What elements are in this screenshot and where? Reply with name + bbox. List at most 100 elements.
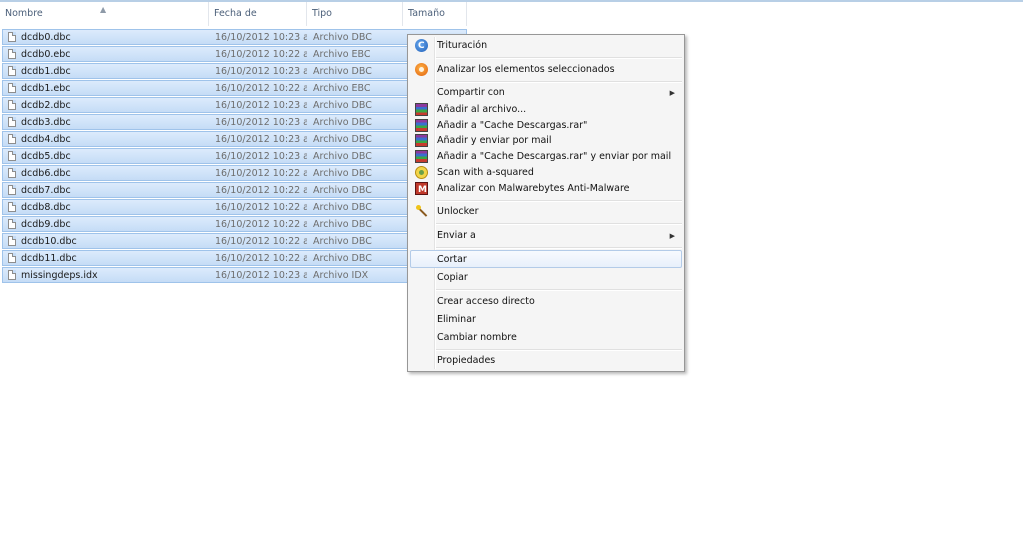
column-header-date[interactable]: Fecha de modifica... (209, 2, 307, 43)
file-row[interactable]: dcdb11.dbc 16/10/2012 10:22 a... Archivo D… (2, 250, 467, 266)
winrar-icon (415, 119, 428, 132)
file-name: dcdb9.dbc (21, 219, 71, 230)
file-type: Archivo DBC (313, 117, 372, 128)
file-row[interactable]: dcdb6.dbc 16/10/2012 10:22 a... Archivo DB… (2, 165, 467, 181)
file-list: dcdb0.dbc 16/10/2012 10:23 a... Archivo DB… (2, 29, 467, 284)
file-icon (8, 253, 16, 263)
menu-separator (436, 57, 682, 59)
menu-separator (436, 349, 682, 351)
file-type: Archivo IDX (313, 270, 369, 281)
menu-item-compartir[interactable]: Compartir con ▶ (410, 84, 682, 102)
menu-item-label: Cortar (437, 254, 467, 265)
file-icon (8, 66, 16, 76)
file-name: dcdb11.dbc (21, 253, 77, 264)
file-icon (8, 100, 16, 110)
file-row[interactable]: dcdb5.dbc 16/10/2012 10:23 a... Archivo DB… (2, 148, 467, 164)
file-row[interactable]: dcdb4.dbc 16/10/2012 10:23 a... Archivo DB… (2, 131, 467, 147)
file-type: Archivo DBC (313, 202, 372, 213)
menu-item-label: Unlocker (437, 206, 479, 217)
file-date: 16/10/2012 10:23 a... (215, 100, 307, 111)
file-name: dcdb1.ebc (21, 83, 71, 94)
menu-item-eliminar[interactable]: Eliminar (410, 311, 682, 329)
file-name: dcdb0.ebc (21, 49, 71, 60)
malwarebytes-icon (415, 181, 428, 199)
column-header-name[interactable]: Nombre ▲ (0, 2, 209, 26)
menu-item-cambiar-nombre[interactable]: Cambiar nombre (410, 329, 682, 347)
file-row[interactable]: dcdb7.dbc 16/10/2012 10:22 a... Archivo DB… (2, 182, 467, 198)
file-icon (8, 168, 16, 178)
file-date: 16/10/2012 10:23 a... (215, 134, 307, 145)
menu-item-malwarebytes[interactable]: Analizar con Malwarebytes Anti-Malware (410, 180, 682, 199)
file-date: 16/10/2012 10:23 a... (215, 270, 307, 281)
file-icon (8, 83, 16, 93)
file-icon (8, 185, 16, 195)
menu-separator (436, 289, 682, 291)
file-name: dcdb5.dbc (21, 151, 71, 162)
file-type: Archivo DBC (313, 253, 372, 264)
menu-item-enviar-a[interactable]: Enviar a ▶ (410, 227, 682, 245)
menu-item-label: Enviar a (437, 230, 476, 241)
column-size-label: Tamaño (408, 8, 445, 19)
file-type: Archivo DBC (313, 168, 372, 179)
menu-item-trituracion[interactable]: Trituración (410, 37, 682, 55)
file-row[interactable]: dcdb3.dbc 16/10/2012 10:23 a... Archivo DB… (2, 114, 467, 130)
file-date: 16/10/2012 10:22 a... (215, 253, 307, 264)
file-type: Archivo DBC (313, 151, 372, 162)
file-row[interactable]: dcdb1.ebc 16/10/2012 10:22 a... Archivo EB… (2, 80, 467, 96)
file-name: dcdb0.dbc (21, 32, 71, 43)
file-row[interactable]: missingdeps.idx 16/10/2012 10:23 a... Arch… (2, 267, 467, 283)
file-row[interactable]: dcdb1.dbc 16/10/2012 10:23 a... Archivo DB… (2, 63, 467, 79)
column-header-type[interactable]: Tipo (307, 2, 403, 26)
file-date: 16/10/2012 10:22 a... (215, 236, 307, 247)
file-name: dcdb7.dbc (21, 185, 71, 196)
file-name: missingdeps.idx (21, 270, 98, 281)
menu-item-label: Trituración (437, 40, 488, 51)
menu-item-propiedades[interactable]: Propiedades (410, 352, 682, 370)
menu-item-cortar[interactable]: Cortar (410, 250, 682, 268)
file-row[interactable]: dcdb8.dbc 16/10/2012 10:22 a... Archivo DB… (2, 199, 467, 215)
file-type: Archivo DBC (313, 100, 372, 111)
menu-separator (436, 81, 682, 83)
menu-item-label: Compartir con (437, 87, 505, 98)
file-icon (8, 32, 16, 42)
file-date: 16/10/2012 10:23 a... (215, 117, 307, 128)
column-type-label: Tipo (312, 8, 332, 19)
file-date: 16/10/2012 10:22 a... (215, 168, 307, 179)
file-date: 16/10/2012 10:22 a... (215, 202, 307, 213)
menu-item-label: Analizar los elementos seleccionados (437, 64, 615, 75)
menu-item-analizar[interactable]: Analizar los elementos seleccionados (410, 61, 682, 79)
file-type: Archivo DBC (313, 219, 372, 230)
file-name: dcdb10.dbc (21, 236, 77, 247)
file-date: 16/10/2012 10:23 a... (215, 32, 307, 43)
file-name: dcdb3.dbc (21, 117, 71, 128)
file-date: 16/10/2012 10:22 a... (215, 49, 307, 60)
context-menu: Trituración Analizar los elementos selec… (407, 34, 685, 372)
file-row[interactable]: dcdb2.dbc 16/10/2012 10:23 a... Archivo DB… (2, 97, 467, 113)
menu-item-label: Crear acceso directo (437, 296, 535, 307)
file-date: 16/10/2012 10:22 a... (215, 83, 307, 94)
file-type: Archivo EBC (313, 49, 371, 60)
column-header-size[interactable]: Tamaño (403, 2, 467, 26)
submenu-arrow-icon: ▶ (669, 232, 675, 240)
file-type: Archivo DBC (313, 236, 372, 247)
file-icon (8, 117, 16, 127)
file-name: dcdb1.dbc (21, 66, 71, 77)
file-row[interactable]: dcdb9.dbc 16/10/2012 10:22 a... Archivo DB… (2, 216, 467, 232)
magic-wand-icon (415, 205, 428, 218)
file-type: Archivo DBC (313, 66, 372, 77)
file-type: Archivo EBC (313, 83, 371, 94)
file-icon (8, 236, 16, 246)
menu-item-label: Cambiar nombre (437, 332, 517, 343)
file-row[interactable]: dcdb0.ebc 16/10/2012 10:22 a... Archivo EB… (2, 46, 467, 62)
menu-item-copiar[interactable]: Copiar (410, 269, 682, 287)
file-row[interactable]: dcdb10.dbc 16/10/2012 10:22 a... Archivo D… (2, 233, 467, 249)
menu-item-unlocker[interactable]: Unlocker (410, 203, 682, 221)
sort-ascending-icon: ▲ (100, 5, 107, 14)
file-date: 16/10/2012 10:22 a... (215, 185, 307, 196)
menu-item-label: Analizar con Malwarebytes Anti-Malware (437, 183, 630, 194)
menu-item-crear-acceso[interactable]: Crear acceso directo (410, 293, 682, 311)
menu-item-label: Copiar (437, 272, 468, 283)
file-name: dcdb6.dbc (21, 168, 71, 179)
file-row[interactable]: dcdb0.dbc 16/10/2012 10:23 a... Archivo DB… (2, 29, 467, 45)
menu-item-label: Propiedades (437, 355, 496, 366)
